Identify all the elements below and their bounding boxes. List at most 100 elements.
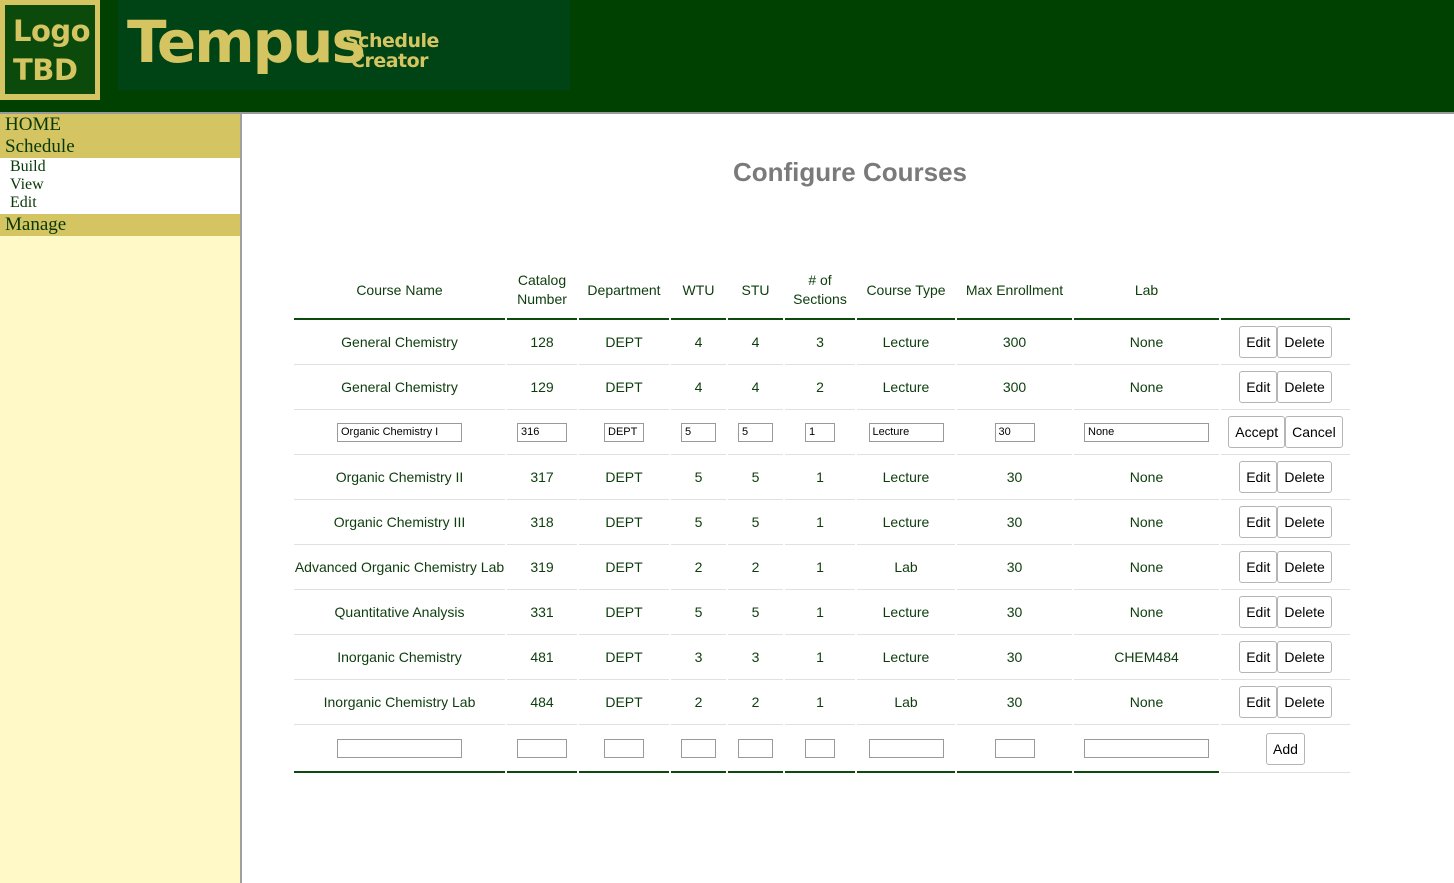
cell-department: DEPT <box>579 455 669 500</box>
new-course-name-input[interactable] <box>337 738 462 758</box>
cell-lab: None <box>1074 680 1219 725</box>
course-type-text: Lecture <box>882 514 930 530</box>
cell-course-name: Inorganic Chemistry Lab <box>294 680 505 725</box>
delete-button[interactable]: Delete <box>1277 686 1332 718</box>
edit-button[interactable]: Edit <box>1239 371 1278 403</box>
accept-button[interactable]: Accept <box>1228 416 1286 448</box>
nav-schedule[interactable]: Schedule <box>0 136 240 158</box>
delete-button[interactable]: Delete <box>1277 461 1332 493</box>
lab-input[interactable] <box>1084 422 1209 442</box>
course-name-text: Inorganic Chemistry <box>337 649 462 665</box>
catalog-number-text: 481 <box>530 649 554 665</box>
delete-button[interactable]: Delete <box>1277 551 1332 583</box>
course-name-text: Organic Chemistry III <box>333 514 466 530</box>
table-row: Inorganic Chemistry Lab 484 DEPT 2 2 1 Lab 30 No… <box>294 680 1350 725</box>
cell-department: DEPT <box>579 500 669 545</box>
edit-button[interactable]: Edit <box>1239 686 1278 718</box>
course-name-text: Organic Chemistry II <box>335 469 464 485</box>
cancel-button[interactable]: Cancel <box>1285 416 1343 448</box>
cell-wtu: 4 <box>671 365 726 410</box>
max-enrollment-input[interactable] <box>994 422 1035 442</box>
courses-table: Course Name Catalog Number Department WTU… <box>292 262 1352 773</box>
department-text: DEPT <box>605 694 643 710</box>
new-catalog-number-input[interactable] <box>517 738 567 758</box>
cell-sections <box>785 410 855 455</box>
wtu-text: 3 <box>694 649 703 665</box>
col-stu: STU <box>728 262 783 320</box>
cell-stu <box>728 410 783 455</box>
cell-department: DEPT <box>579 590 669 635</box>
course-type-input[interactable] <box>868 422 944 442</box>
edit-button[interactable]: Edit <box>1239 596 1278 628</box>
department-text: DEPT <box>605 559 643 575</box>
delete-button[interactable]: Delete <box>1277 371 1332 403</box>
app-title-banner: Tempus Schedule Creator <box>118 0 570 90</box>
delete-button[interactable]: Delete <box>1277 641 1332 673</box>
max-enrollment-text: 30 <box>1006 604 1023 620</box>
catalog-number-text: 331 <box>530 604 554 620</box>
new-course-type-input[interactable] <box>868 738 944 758</box>
cell-wtu <box>671 410 726 455</box>
table-row: Organic Chemistry II 317 DEPT 5 5 1 Lecture 30 N… <box>294 455 1350 500</box>
course-type-text: Lecture <box>882 379 930 395</box>
sections-text: 1 <box>816 604 824 620</box>
edit-button[interactable]: Edit <box>1239 551 1278 583</box>
catalog-number-input[interactable] <box>517 422 567 442</box>
nav-manage[interactable]: Manage <box>0 214 240 236</box>
logo-line-1: Logo <box>13 14 91 48</box>
edit-button[interactable]: Edit <box>1239 461 1278 493</box>
edit-button[interactable]: Edit <box>1239 506 1278 538</box>
new-department-input[interactable] <box>604 738 644 758</box>
new-lab-input[interactable] <box>1084 738 1209 758</box>
new-wtu-input[interactable] <box>681 738 716 758</box>
add-button[interactable]: Add <box>1266 732 1305 765</box>
new-max-enrollment-input[interactable] <box>994 738 1035 758</box>
max-enrollment-text: 30 <box>1006 559 1023 575</box>
nav-schedule-build[interactable]: Build <box>0 158 240 176</box>
cell-new-wtu <box>671 725 726 773</box>
cell-actions: Edit Delete <box>1221 500 1350 545</box>
stu-input[interactable] <box>738 422 773 442</box>
sections-input[interactable] <box>805 422 835 442</box>
edit-button[interactable]: Edit <box>1239 641 1278 673</box>
department-input[interactable] <box>604 422 644 442</box>
cell-sections: 1 <box>785 680 855 725</box>
cell-department: DEPT <box>579 365 669 410</box>
logo-text: Logo TBD <box>5 5 95 94</box>
cell-course-type: Lecture <box>857 455 955 500</box>
course-name-input[interactable] <box>337 422 462 442</box>
cell-sections: 1 <box>785 455 855 500</box>
cell-department: DEPT <box>579 635 669 680</box>
edit-button[interactable]: Edit <box>1239 326 1278 358</box>
sections-text: 3 <box>816 334 824 350</box>
cell-stu: 3 <box>728 635 783 680</box>
lab-text: None <box>1129 604 1164 620</box>
new-stu-input[interactable] <box>738 738 773 758</box>
nav-schedule-edit[interactable]: Edit <box>0 194 240 212</box>
cell-department: DEPT <box>579 680 669 725</box>
new-sections-input[interactable] <box>805 738 835 758</box>
cell-max-enrollment: 30 <box>957 545 1072 590</box>
nav-schedule-view[interactable]: View <box>0 176 240 194</box>
page-title: Configure Courses <box>732 157 968 187</box>
course-type-text: Lecture <box>882 334 930 350</box>
cell-new-max-enrollment <box>957 725 1072 773</box>
cell-max-enrollment: 30 <box>957 500 1072 545</box>
lab-text: None <box>1129 334 1164 350</box>
cell-sections: 1 <box>785 635 855 680</box>
lab-text: CHEM484 <box>1114 649 1179 665</box>
cell-sections: 1 <box>785 590 855 635</box>
cell-stu: 2 <box>728 680 783 725</box>
delete-button[interactable]: Delete <box>1277 596 1332 628</box>
lab-text: None <box>1129 694 1164 710</box>
table-row: General Chemistry 129 DEPT 4 4 2 Lecture 300 Non… <box>294 365 1350 410</box>
department-text: DEPT <box>605 469 643 485</box>
cell-stu: 5 <box>728 500 783 545</box>
delete-button[interactable]: Delete <box>1277 326 1332 358</box>
cell-department: DEPT <box>579 545 669 590</box>
nav-home[interactable]: HOME <box>0 114 240 136</box>
max-enrollment-text: 30 <box>1006 649 1023 665</box>
max-enrollment-text: 300 <box>1002 379 1027 395</box>
delete-button[interactable]: Delete <box>1277 506 1332 538</box>
wtu-input[interactable] <box>681 422 716 442</box>
